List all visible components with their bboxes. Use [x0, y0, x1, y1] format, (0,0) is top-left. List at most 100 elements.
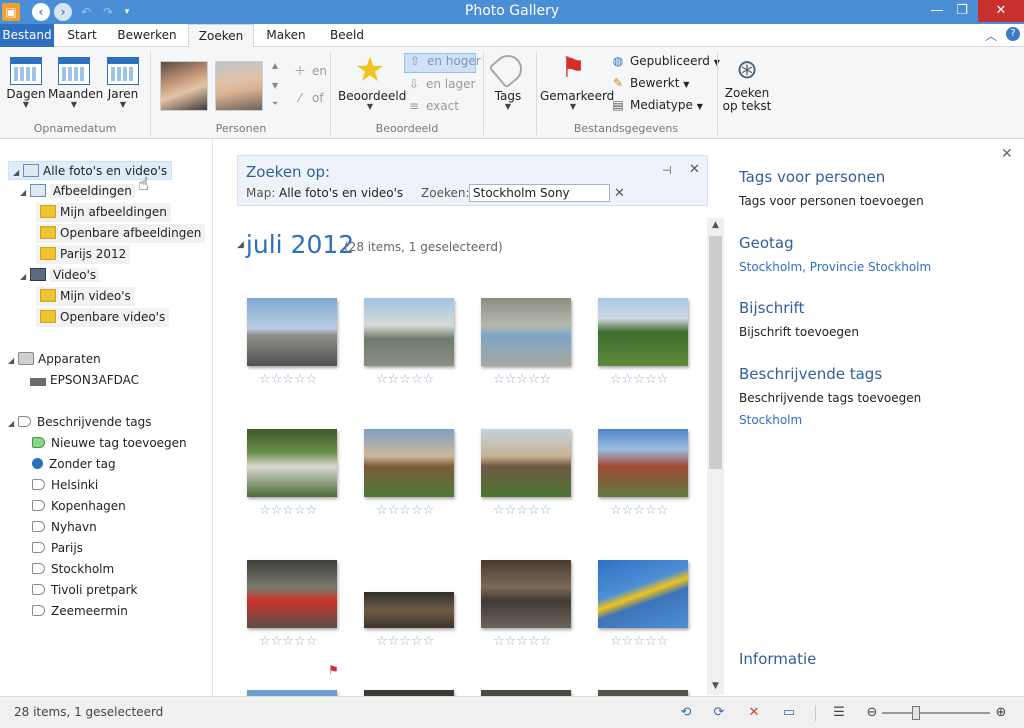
geotag-value[interactable]: Stockholm, Provincie Stockholm [739, 260, 931, 274]
rating-stars[interactable]: ☆☆☆☆☆ [493, 503, 551, 518]
edited-button[interactable]: ✎ Bewerkt ▼ [610, 76, 689, 90]
nav-tag-untagged[interactable]: Zonder tag [32, 455, 116, 474]
scrollbar-thumb[interactable] [709, 236, 722, 469]
nav-tag-tivoli[interactable]: Tivoli pretpark [32, 581, 137, 600]
delete-icon[interactable]: ✕ [744, 703, 764, 723]
nav-public-videos[interactable]: Openbare video's [36, 308, 170, 327]
rating-stars[interactable]: ☆☆☆☆☆ [376, 503, 434, 518]
photo-thumbnail[interactable] [598, 429, 688, 497]
zoom-in-icon[interactable]: ⊕ [991, 703, 1011, 723]
people-tags-add[interactable]: Tags voor personen toevoegen [739, 194, 924, 208]
photo-thumbnail[interactable] [598, 560, 688, 628]
and-higher-button[interactable]: ⇧ en hoger [404, 53, 481, 73]
search-input[interactable] [469, 184, 610, 202]
years-button[interactable]: Jaren ▼ [104, 47, 142, 109]
nav-public-pictures[interactable]: Openbare afbeeldingen [36, 224, 206, 243]
photo-thumbnail[interactable] [364, 592, 454, 628]
gallery-scrollbar[interactable]: ▲ ▼ [707, 218, 724, 695]
close-info-pane-icon[interactable]: ✕ [1001, 146, 1013, 162]
nav-device-epson[interactable]: EPSON3AFDAC [30, 371, 139, 390]
expand-gallery-icon[interactable]: ⏷ [272, 99, 278, 109]
rotate-right-icon[interactable]: ⟳ [709, 703, 729, 723]
zoom-slider-knob[interactable] [912, 706, 920, 720]
rating-stars[interactable]: ☆☆☆☆☆ [259, 372, 317, 387]
rating-stars[interactable]: ☆☆☆☆☆ [610, 372, 668, 387]
nav-tag-parijs[interactable]: Parijs [32, 539, 83, 558]
photo-thumbnail[interactable] [364, 429, 454, 497]
rating-stars[interactable]: ☆☆☆☆☆ [610, 634, 668, 649]
photo-thumbnail[interactable] [247, 560, 337, 628]
tab-maken[interactable]: Maken [262, 24, 310, 47]
month-header[interactable]: ◢juli 2012 [237, 230, 354, 259]
rating-stars[interactable]: ☆☆☆☆☆ [610, 503, 668, 518]
rating-stars[interactable]: ☆☆☆☆☆ [376, 634, 434, 649]
flagged-button[interactable]: ⚑ Gemarkeerd ▼ [540, 47, 614, 111]
nav-tag-helsinki[interactable]: Helsinki [32, 476, 98, 495]
rotate-left-icon[interactable]: ⟲ [676, 703, 696, 723]
nav-tag-nyhavn[interactable]: Nyhavn [32, 518, 97, 537]
tab-zoeken[interactable]: Zoeken [188, 24, 254, 48]
rating-stars[interactable]: ☆☆☆☆☆ [493, 372, 551, 387]
details-view-icon[interactable]: ☰ [829, 703, 849, 723]
scroll-down-icon[interactable]: ▼ [707, 681, 724, 691]
text-search-button[interactable]: ⊛ Zoeken op tekst [720, 47, 774, 113]
add-person-button[interactable]: ＋ en [292, 62, 327, 79]
flag-icon[interactable]: ⚑ [328, 664, 340, 676]
photo-thumbnail[interactable] [598, 298, 688, 366]
caption-add[interactable]: Bijschrift toevoegen [739, 325, 859, 339]
nav-videos[interactable]: ◢ Video's [20, 266, 100, 285]
person-photo-2[interactable] [215, 61, 263, 111]
scroll-down-icon[interactable]: ▼ [272, 81, 278, 90]
months-button[interactable]: Maanden ▼ [48, 47, 103, 109]
information-title[interactable]: Informatie [739, 650, 816, 668]
tags-button[interactable]: Tags ▼ [488, 47, 528, 111]
clear-search-icon[interactable]: ✕ [614, 186, 625, 201]
days-button[interactable]: Dagen ▼ [6, 47, 46, 109]
photo-thumbnail[interactable] [247, 298, 337, 366]
published-button[interactable]: ◍Gepubliceerd ▼ [610, 54, 720, 68]
photo-thumbnail[interactable] [247, 429, 337, 497]
scroll-up-icon[interactable]: ▲ [707, 220, 724, 230]
mediatype-button[interactable]: ▤ Mediatype ▼ [610, 98, 703, 112]
rating-stars[interactable]: ☆☆☆☆☆ [259, 503, 317, 518]
help-icon[interactable]: ? [1006, 27, 1020, 41]
descriptive-tags-add[interactable]: Beschrijvende tags toevoegen [739, 391, 921, 405]
photo-thumbnail[interactable] [481, 560, 571, 628]
rating-stars[interactable]: ☆☆☆☆☆ [376, 372, 434, 387]
folder-value[interactable]: Alle foto's en video's [279, 186, 403, 200]
nav-devices[interactable]: ◢ Apparaten [8, 350, 101, 369]
zoom-out-icon[interactable]: ⊖ [862, 703, 882, 723]
rating-stars[interactable]: ☆☆☆☆☆ [493, 634, 551, 649]
exact-button[interactable]: ≡ exact [406, 99, 459, 113]
tab-beeld[interactable]: Beeld [326, 24, 368, 47]
person-photo-1[interactable] [160, 61, 208, 111]
photo-thumbnail[interactable] [481, 429, 571, 497]
nav-my-pictures[interactable]: Mijn afbeeldingen [36, 203, 171, 222]
nav-paris-2012[interactable]: Parijs 2012 [36, 245, 131, 264]
or-person-button[interactable]: ⁄ of [292, 91, 324, 105]
nav-tag-add[interactable]: Nieuwe tag toevoegen [32, 434, 187, 453]
nav-tag-stockholm[interactable]: Stockholm [32, 560, 114, 579]
maximize-button[interactable]: ❐ [947, 0, 977, 22]
pin-icon[interactable]: ⊣ [662, 164, 672, 177]
nav-pictures[interactable]: ◢ Afbeeldingen [20, 182, 135, 201]
tab-bestand[interactable]: Bestand [0, 24, 54, 47]
nav-tag-kopenhagen[interactable]: Kopenhagen [32, 497, 126, 516]
zoom-slider[interactable] [882, 706, 990, 720]
nav-my-videos[interactable]: Mijn video's [36, 287, 135, 306]
rating-stars[interactable]: ☆☆☆☆☆ [259, 634, 317, 649]
slideshow-icon[interactable]: ▭ [779, 703, 799, 723]
photo-thumbnail[interactable] [481, 298, 571, 366]
rating-button[interactable]: ★ Beoordeeld ▼ [338, 47, 406, 111]
collapse-ribbon-icon[interactable]: ︿ [985, 27, 997, 44]
photo-thumbnail[interactable] [364, 298, 454, 366]
close-button[interactable]: ✕ [978, 0, 1024, 22]
scroll-up-icon[interactable]: ▲ [272, 61, 278, 70]
nav-descriptive-tags[interactable]: ◢ Beschrijvende tags [8, 413, 152, 432]
nav-tag-zeemeermin[interactable]: Zeemeermin [32, 602, 128, 621]
tab-start[interactable]: Start [60, 24, 104, 47]
descriptive-tag-stockholm[interactable]: Stockholm [739, 413, 802, 427]
close-search-icon[interactable]: ✕ [689, 162, 700, 177]
tab-bewerken[interactable]: Bewerken [114, 24, 180, 47]
and-lower-button[interactable]: ⇩ en lager [406, 77, 475, 91]
